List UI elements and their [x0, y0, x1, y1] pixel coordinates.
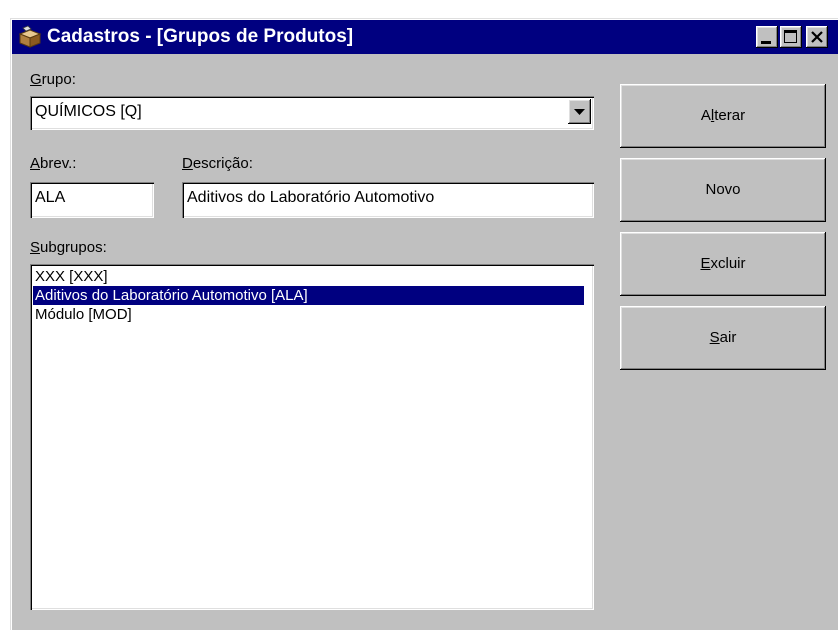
- maximize-button[interactable]: [780, 26, 802, 48]
- excluir-button[interactable]: Excluir: [620, 232, 826, 296]
- descricao-label: Descrição:: [182, 155, 253, 172]
- chevron-down-icon: [574, 109, 585, 115]
- novo-button[interactable]: Novo: [620, 158, 826, 222]
- list-item[interactable]: XXX [XXX]: [33, 267, 155, 286]
- abrev-field[interactable]: ALA: [30, 182, 154, 218]
- title-bar[interactable]: Cadastros - [Grupos de Produtos]: [12, 20, 838, 54]
- maximize-icon: [784, 30, 797, 43]
- close-button[interactable]: [806, 26, 828, 48]
- grupo-label: Grupo:: [30, 71, 76, 88]
- subgrupos-list[interactable]: XXX [XXX] Aditivos do Laboratório Automo…: [30, 264, 594, 610]
- grupos-de-produtos-window: Cadastros - [Grupos de Produtos] Grupo: …: [10, 18, 838, 630]
- abrev-value: ALA: [35, 189, 66, 206]
- abrev-label: Abrev.:: [30, 155, 77, 172]
- descricao-field[interactable]: Aditivos do Laboratório Automotivo: [182, 182, 594, 218]
- grupo-dropdown-button[interactable]: [568, 99, 591, 124]
- descricao-value: Aditivos do Laboratório Automotivo: [187, 189, 435, 206]
- subgrupos-label: Subgrupos:: [30, 239, 107, 256]
- alterar-button[interactable]: Alterar: [620, 84, 826, 148]
- list-item-selected[interactable]: Aditivos do Laboratório Automotivo [ALA]: [33, 286, 584, 305]
- sair-button[interactable]: Sair: [620, 306, 826, 370]
- boxes-icon: [18, 25, 42, 48]
- minimize-button[interactable]: [756, 26, 778, 48]
- minimize-icon: [761, 41, 771, 44]
- grupo-value: QUÍMICOS [Q]: [35, 103, 142, 120]
- grupo-select[interactable]: QUÍMICOS [Q]: [30, 96, 594, 130]
- close-icon: [811, 31, 823, 43]
- list-item[interactable]: Módulo [MOD]: [33, 305, 235, 324]
- window-title: Cadastros - [Grupos de Produtos]: [47, 26, 354, 47]
